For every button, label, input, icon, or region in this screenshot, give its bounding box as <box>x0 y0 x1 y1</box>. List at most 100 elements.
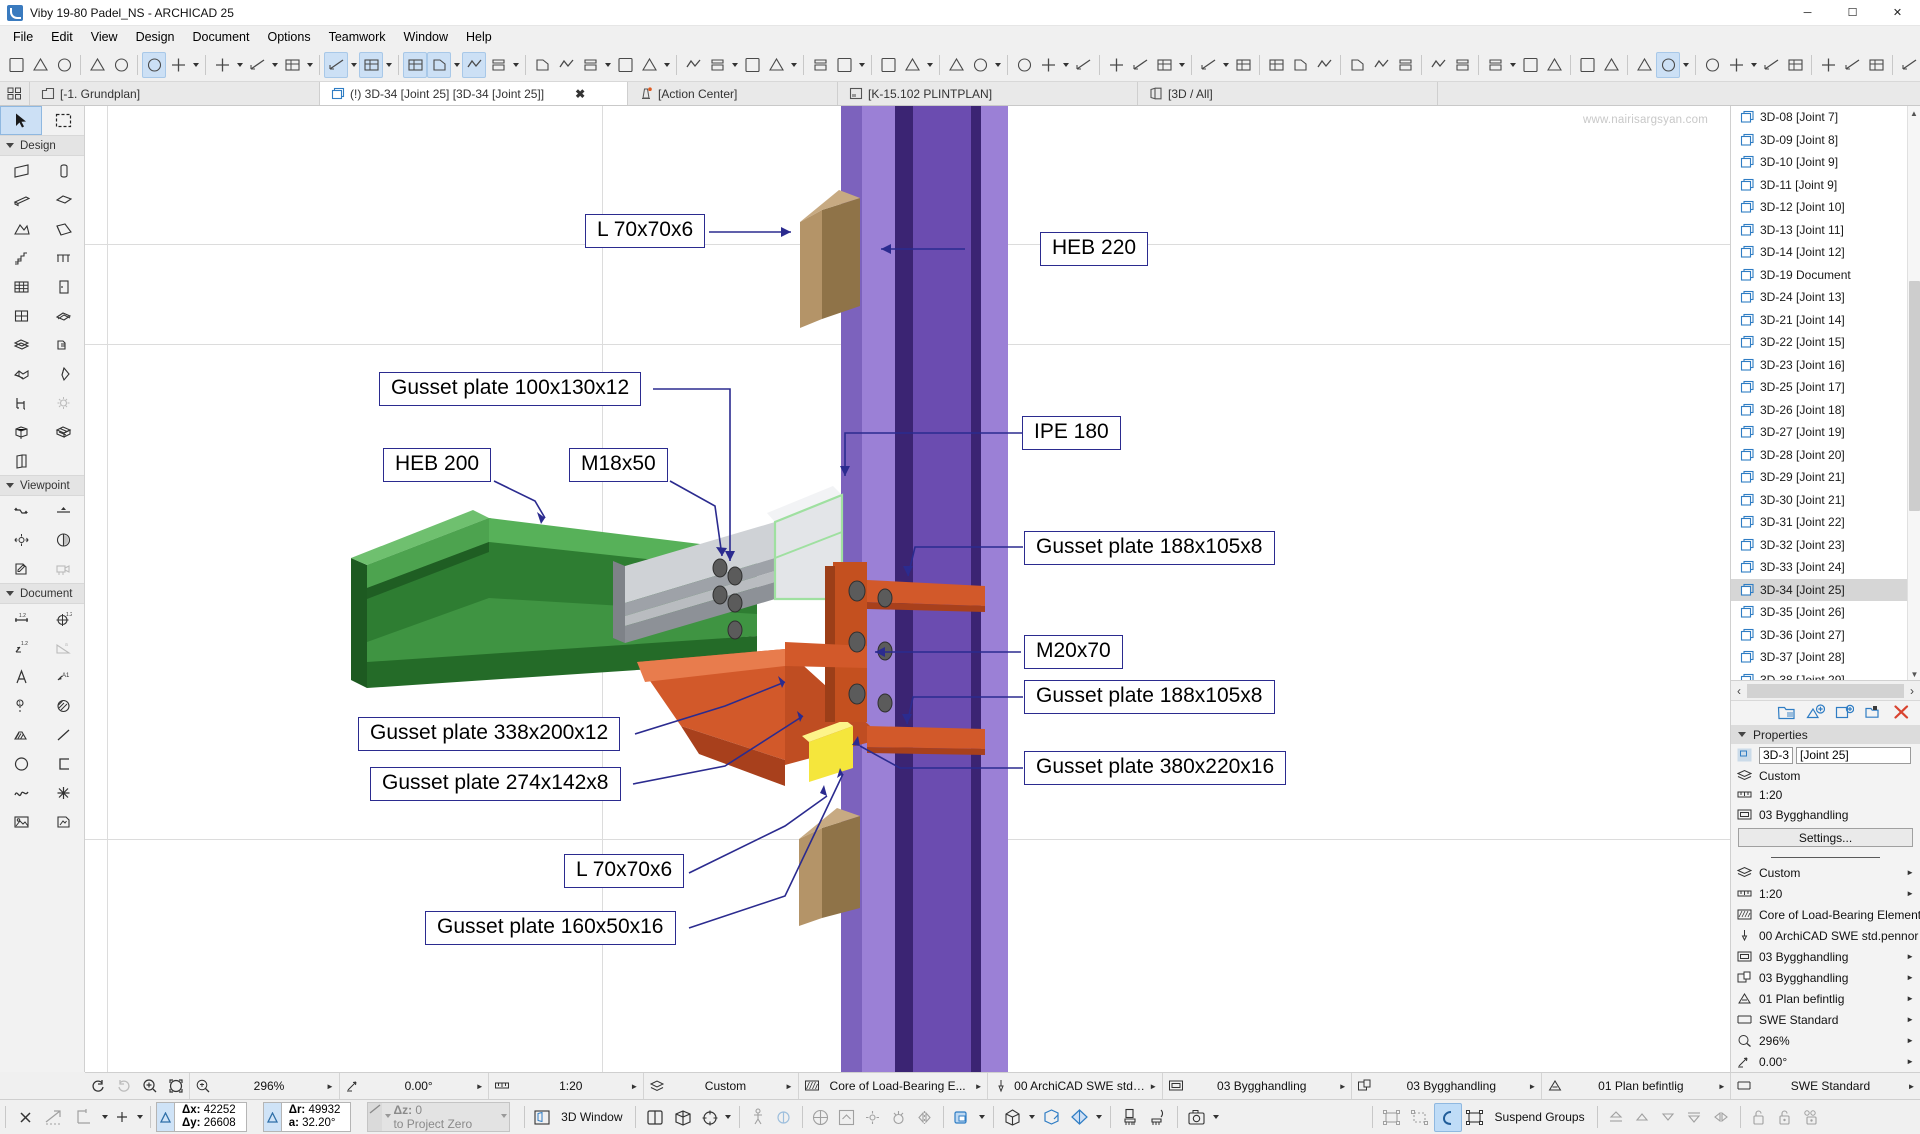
zone-icon[interactable] <box>0 417 42 446</box>
chevron-right-icon[interactable]: ► <box>1906 1036 1914 1045</box>
navigator-item[interactable]: 3D-26 [Joint 18] <box>1731 399 1920 422</box>
stretch-icon[interactable] <box>613 52 637 78</box>
coordinate-xy-tracker[interactable]: Δx: 42252 Δy: 26608 <box>156 1102 247 1132</box>
slab-settings-icon[interactable] <box>1864 52 1888 78</box>
line-style-icon[interactable] <box>1897 52 1920 78</box>
roof-icon[interactable] <box>0 214 42 243</box>
marquee-icon[interactable] <box>142 51 166 78</box>
send-to-back-icon[interactable] <box>1681 1103 1707 1132</box>
chevron-right-icon[interactable]: ► <box>1524 1082 1540 1091</box>
tab-action-center[interactable]: [Action Center] <box>628 82 838 105</box>
navigator-item[interactable]: 3D-08 [Joint 7] <box>1731 106 1920 129</box>
fit-in-window-icon[interactable] <box>163 1078 189 1094</box>
snap-point-icon[interactable] <box>110 1103 134 1132</box>
view-point-icon[interactable] <box>860 1103 886 1132</box>
gravity-icon[interactable] <box>39 1103 69 1132</box>
lock-icon[interactable] <box>1772 1103 1798 1132</box>
drag-icon[interactable] <box>210 52 234 78</box>
new-icon[interactable] <box>4 52 28 78</box>
chevron-right-icon[interactable]: ► <box>971 1082 987 1091</box>
3d-window-icon[interactable] <box>530 1103 554 1132</box>
fillet-icon[interactable] <box>462 51 486 78</box>
morph-icon[interactable] <box>42 359 84 388</box>
3d-model-canvas[interactable]: www.nairisargsyan.com L 70x70x6 HEB 220 … <box>85 106 1730 1072</box>
renovation-filter-icon[interactable] <box>1783 52 1807 78</box>
chevron-right-icon[interactable]: ► <box>1335 1082 1351 1091</box>
parallel-projection-icon[interactable] <box>641 1103 669 1132</box>
multiply-icon[interactable] <box>637 52 661 78</box>
pointer-icon[interactable] <box>166 52 190 78</box>
opening-icon[interactable] <box>0 446 42 475</box>
render-settings-icon[interactable] <box>1066 1103 1094 1132</box>
navigator-item[interactable]: 3D-13 [Joint 11] <box>1731 219 1920 242</box>
new-view-icon[interactable] <box>1806 704 1826 723</box>
navigator-item[interactable]: 3D-36 [Joint 27] <box>1731 624 1920 647</box>
hotspot-icon[interactable] <box>42 778 84 807</box>
chevron-right-icon[interactable]: ► <box>1906 1057 1914 1066</box>
teamwork-send-icon[interactable] <box>1575 52 1599 78</box>
3d-view-toolbar-icon[interactable] <box>1656 51 1680 78</box>
guide-dropdown-icon[interactable] <box>383 52 394 78</box>
menu-window[interactable]: Window <box>395 27 457 47</box>
mirror-dropdown-icon[interactable] <box>304 52 315 78</box>
navigator-item[interactable]: 3D-19 Document <box>1731 264 1920 287</box>
column-icon[interactable] <box>42 156 84 185</box>
lamp-icon[interactable] <box>42 388 84 417</box>
status-field[interactable]: 00 ArchiCAD SWE std.p... ► <box>987 1072 1162 1100</box>
coordinate-icon[interactable] <box>740 52 764 78</box>
hatch-fill-icon[interactable] <box>42 691 84 720</box>
attribute-row[interactable]: SWE Standard ► <box>1731 1009 1920 1030</box>
furniture-icon[interactable] <box>0 388 42 417</box>
undo-zoom-icon[interactable] <box>85 1078 111 1094</box>
door-icon[interactable] <box>42 272 84 301</box>
wall-end-icon[interactable] <box>0 330 42 359</box>
stair-icon[interactable] <box>0 243 42 272</box>
label-icon[interactable]: A1 <box>42 662 84 691</box>
navigator-item[interactable]: 3D-37 [Joint 28] <box>1731 646 1920 669</box>
align-icon[interactable] <box>764 52 788 78</box>
publish-set-icon[interactable] <box>1483 52 1507 78</box>
property-layer[interactable]: 03 Bygghandling <box>1731 805 1920 824</box>
collapse-triangle-icon[interactable] <box>6 483 14 488</box>
attribute-row[interactable]: 03 Bygghandling ► <box>1731 967 1920 988</box>
mesh-icon[interactable] <box>0 359 42 388</box>
menu-help[interactable]: Help <box>457 27 501 47</box>
skylight-icon[interactable] <box>42 301 84 330</box>
zone-stamp-icon[interactable]: 1 <box>0 691 42 720</box>
slab-icon[interactable] <box>42 185 84 214</box>
home-story-icon[interactable] <box>834 1103 860 1132</box>
bring-to-front-icon[interactable] <box>1603 1103 1629 1132</box>
toolbox-group-viewpoint[interactable]: Viewpoint <box>0 475 84 496</box>
user-origin-icon[interactable] <box>69 1103 99 1132</box>
split-icon[interactable] <box>530 52 554 78</box>
tag-icon[interactable] <box>1152 52 1176 78</box>
cutting-planes-dropdown-icon[interactable] <box>1027 1104 1038 1130</box>
collapse-triangle-icon[interactable] <box>6 591 14 596</box>
spline-icon[interactable] <box>0 778 42 807</box>
circle-icon[interactable] <box>0 749 42 778</box>
surface-paint-icon[interactable] <box>876 52 900 78</box>
status-field[interactable]: Core of Load-Bearing E... ► <box>797 1072 988 1100</box>
send-backward-icon[interactable] <box>1655 1103 1681 1132</box>
3d-navigation-icon[interactable] <box>697 1103 723 1132</box>
drag-dropdown-icon[interactable] <box>234 52 245 78</box>
3d-styles-icon[interactable] <box>949 1103 977 1132</box>
radial-dimension-icon[interactable]: 1.2 <box>42 604 84 633</box>
menu-design[interactable]: Design <box>127 27 184 47</box>
transfer-dropdown-icon[interactable] <box>924 52 935 78</box>
detail-icon[interactable] <box>42 525 84 554</box>
group-icon[interactable] <box>1378 1103 1406 1132</box>
worksheet-icon[interactable] <box>0 554 42 583</box>
properties-header[interactable]: Properties <box>1731 725 1920 744</box>
redo-icon[interactable] <box>109 52 133 78</box>
section-icon[interactable] <box>0 496 42 525</box>
numbering-icon[interactable] <box>1036 52 1060 78</box>
3d-cutting-planes-icon[interactable] <box>999 1103 1027 1132</box>
property-scale[interactable]: 1:20 <box>1731 786 1920 805</box>
lbl-m20x70[interactable]: M20x70 <box>1024 635 1123 669</box>
render-dropdown-icon[interactable] <box>1094 1104 1105 1130</box>
menu-view[interactable]: View <box>82 27 127 47</box>
navigator-item[interactable]: 3D-27 [Joint 19] <box>1731 421 1920 444</box>
tab-close-icon[interactable]: ✖ <box>575 87 585 101</box>
object-icon[interactable] <box>42 330 84 359</box>
